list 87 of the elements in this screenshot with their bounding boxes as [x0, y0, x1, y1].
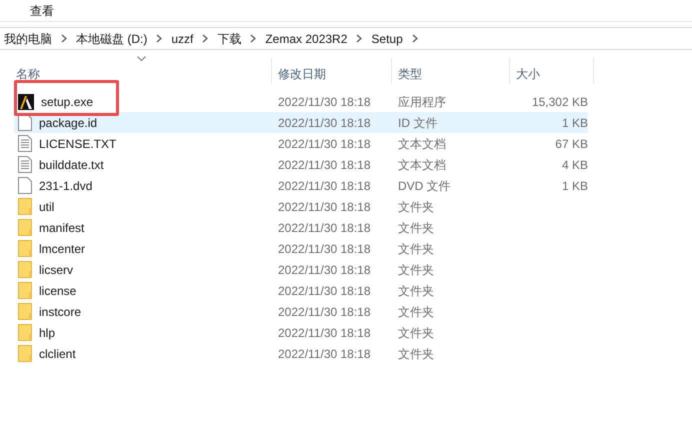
file-type: ID 文件 [397, 114, 438, 132]
file-type: 文件夹 [397, 262, 435, 278]
file-type: 文件夹 [397, 304, 435, 320]
modified-date: 2022/11/30 18:18 [277, 304, 372, 320]
file-type: 文件夹 [397, 346, 435, 362]
column-header[interactable]: 修改日期 [272, 58, 392, 84]
file-size: 15,302 KB [530, 94, 588, 110]
chevron-right-icon [156, 34, 162, 43]
modified-date: 2022/11/30 18:18 [277, 282, 372, 300]
breadcrumb-item[interactable]: Zemax 2023R2 [263, 30, 350, 48]
column-header[interactable]: 类型 [392, 58, 510, 84]
chevron-right-icon [250, 34, 256, 43]
file-row[interactable]: instcore 2022/11/30 18:18 文件夹 [14, 301, 588, 322]
modified-date: 2022/11/30 18:18 [277, 94, 372, 110]
file-row[interactable]: 231-1.dvd 2022/11/30 18:18 DVD 文件 1 KB [14, 175, 588, 196]
file-name: hlp [39, 324, 56, 342]
modified-date: 2022/11/30 18:18 [277, 240, 372, 258]
file-size: 4 KB [560, 156, 588, 174]
folder-icon [18, 324, 32, 341]
chevron-right-icon [412, 34, 418, 43]
column-header[interactable]: 名称 [10, 58, 272, 84]
modified-date: 2022/11/30 18:18 [277, 198, 372, 216]
file-name: manifest [39, 220, 84, 236]
folder-icon [18, 261, 32, 278]
breadcrumb-item[interactable]: 我的电脑 [2, 30, 54, 48]
chevron-right-icon [61, 34, 67, 43]
file-row[interactable]: builddate.txt 2022/11/30 18:18 文本文档 4 KB [14, 154, 588, 175]
file-name: licserv [39, 262, 74, 278]
folder-icon [18, 345, 32, 362]
file-name: clclient [39, 346, 76, 362]
file-row[interactable]: util 2022/11/30 18:18 文件夹 [14, 196, 588, 217]
folder-icon [18, 219, 32, 236]
file-name: instcore [39, 304, 82, 320]
file-row[interactable]: lmcenter 2022/11/30 18:18 文件夹 [14, 238, 588, 259]
file-type: 文件夹 [397, 282, 435, 300]
file-row[interactable]: package.id 2022/11/30 18:18 ID 文件 1 KB [14, 112, 588, 133]
sort-caret-icon [137, 56, 146, 61]
file-type: 应用程序 [397, 94, 447, 110]
modified-date: 2022/11/30 18:18 [277, 114, 372, 132]
chevron-right-icon [202, 34, 208, 43]
file-size: 1 KB [560, 114, 588, 132]
file-name: util [39, 198, 54, 216]
file-type: DVD 文件 [397, 178, 452, 194]
file-row[interactable]: manifest 2022/11/30 18:18 文件夹 [14, 217, 588, 238]
file-row[interactable]: LICENSE.TXT 2022/11/30 18:18 文本文档 67 KB [14, 133, 588, 154]
modified-date: 2022/11/30 18:18 [277, 346, 372, 362]
file-name: lmcenter [39, 240, 86, 258]
modified-date: 2022/11/30 18:18 [277, 136, 372, 152]
file-row[interactable]: clclient 2022/11/30 18:18 文件夹 [14, 343, 588, 364]
file-name: package.id [39, 114, 98, 132]
file-row[interactable]: license 2022/11/30 18:18 文件夹 [14, 280, 588, 301]
breadcrumb-item[interactable]: Setup [369, 30, 405, 48]
menu-item[interactable]: 查看 [30, 2, 54, 20]
folder-icon [18, 282, 32, 299]
file-size: 1 KB [560, 178, 588, 194]
modified-date: 2022/11/30 18:18 [277, 324, 372, 342]
file-type: 文本文档 [397, 136, 447, 152]
folder-icon [18, 303, 32, 320]
folder-icon [18, 198, 32, 215]
file-size: 67 KB [554, 136, 588, 152]
file-row[interactable]: setup.exe 2022/11/30 18:18 应用程序 15,302 KB [14, 91, 588, 112]
text-file-icon [18, 135, 32, 152]
chevron-right-icon [356, 34, 362, 43]
breadcrumb-item[interactable]: 本地磁盘 (D:) [74, 30, 150, 48]
column-header[interactable]: 大小 [510, 58, 594, 84]
file-name: setup.exe [41, 94, 94, 110]
file-icon [18, 177, 32, 194]
modified-date: 2022/11/30 18:18 [277, 156, 372, 174]
breadcrumb-item[interactable]: uzzf [169, 30, 196, 48]
file-name: builddate.txt [39, 156, 104, 174]
file-type: 文件夹 [397, 220, 435, 236]
modified-date: 2022/11/30 18:18 [277, 262, 372, 278]
file-type: 文件夹 [397, 324, 435, 342]
file-row[interactable]: hlp 2022/11/30 18:18 文件夹 [14, 322, 588, 343]
modified-date: 2022/11/30 18:18 [277, 220, 372, 236]
logo-icon [18, 94, 34, 110]
text-file-icon [18, 156, 32, 173]
file-name: LICENSE.TXT [39, 136, 116, 152]
file-type: 文本文档 [397, 156, 447, 174]
modified-date: 2022/11/30 18:18 [277, 178, 372, 194]
file-row[interactable]: licserv 2022/11/30 18:18 文件夹 [14, 259, 588, 280]
file-name: 231-1.dvd [39, 178, 92, 194]
file-name: license [39, 282, 76, 300]
breadcrumb-item[interactable]: 下载 [215, 30, 244, 48]
file-type: 文件夹 [397, 198, 435, 216]
file-type: 文件夹 [397, 240, 435, 258]
folder-icon [18, 240, 32, 257]
